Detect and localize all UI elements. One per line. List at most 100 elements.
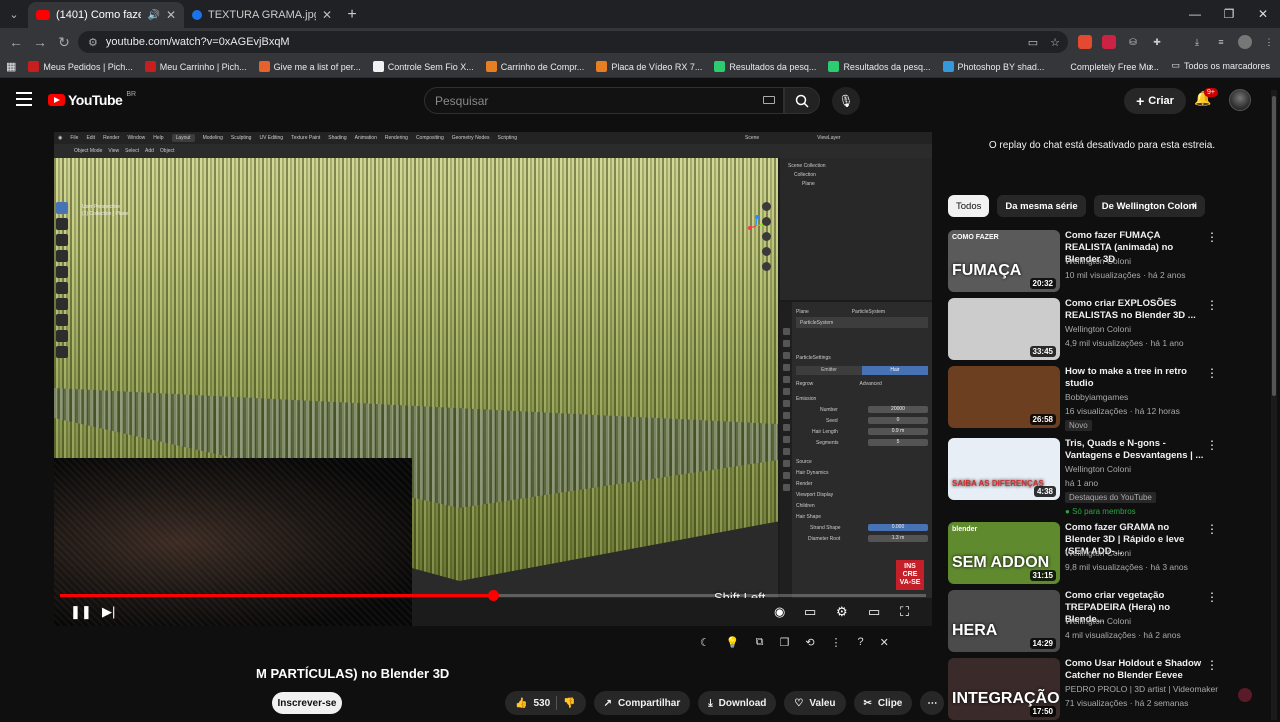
thanks-button[interactable]: ♡ Valeu [784,691,846,715]
voice-search-button[interactable]: 🎙 [832,87,860,115]
chip-from-channel[interactable]: De Wellington Coloni [1093,195,1206,217]
recommendation-title[interactable]: How to make a tree in retro studio [1065,366,1205,390]
copy-icon[interactable]: ❐ [779,636,789,649]
recommendation-item[interactable]: HERA 14:29 Como criar vegetação TREPADEIRA… [948,590,1268,654]
keyboard-icon[interactable] [763,96,775,104]
help-icon[interactable]: ? [858,636,864,649]
video-thumbnail[interactable]: 26:58 [948,366,1060,428]
bookmark-item[interactable]: Meu Carrinho | Pich... [139,61,253,72]
recommendation-title[interactable]: Como Usar Holdout e Shadow Catcher no Bl… [1065,658,1205,682]
channel-name[interactable]: Wellington Coloni [1065,616,1131,626]
restore-icon[interactable]: ❐ [1212,0,1246,28]
lightbulb-icon[interactable]: 💡 [726,636,740,649]
channel-name[interactable]: PEDRO PROLO | 3D artist | Videomaker [1065,684,1218,694]
extension-icon[interactable]: ⛁ [1126,35,1140,49]
bookmark-item[interactable]: Resultados da pesq... [822,61,936,72]
channel-name[interactable]: Wellington Coloni [1065,464,1131,474]
subtitles-icon[interactable]: ▭ [804,604,816,620]
clip-button[interactable]: ✂ Clipe [853,691,913,715]
menu-icon[interactable] [16,92,32,106]
channel-name[interactable]: Wellington Coloni [1065,324,1131,334]
more-vertical-icon[interactable]: ⋮ [1206,298,1218,312]
account-avatar[interactable] [1229,89,1251,111]
recommendation-title[interactable]: Como criar EXPLOSÕES REALISTAS no Blende… [1065,298,1205,322]
fullscreen-icon[interactable]: ⛶ [900,604,909,620]
download-button[interactable]: ⤓ Download [698,691,777,715]
recommendation-item[interactable]: SAIBA AS DIFERENÇAS 4:38 Tris, Quads e N-g… [948,438,1268,516]
loop-icon[interactable]: ⟲ [805,636,814,649]
more-vertical-icon[interactable]: ⋮ [1206,590,1218,604]
bookmark-star-icon[interactable]: ☆ [1050,36,1060,49]
site-info-icon[interactable]: ⚙ [88,36,98,49]
more-actions-button[interactable]: ⋯ [920,691,945,715]
chip-same-series[interactable]: Da mesma série [997,195,1086,217]
close-icon[interactable]: ✕ [880,636,889,649]
cast-icon[interactable]: ▭ [1028,36,1038,49]
video-thumbnail[interactable]: SAIBA AS DIFERENÇAS 4:38 [948,438,1060,500]
search-button[interactable] [784,87,820,114]
scrubber-knob[interactable] [488,590,499,601]
close-window-icon[interactable]: ✕ [1246,0,1280,28]
more-vertical-icon[interactable]: ⋮ [1206,658,1218,672]
bookmark-item[interactable]: Resultados da pesq... [708,61,822,72]
recommendation-item[interactable]: blender SEM ADDON 31:15 Como fazer GRAMA no… [948,522,1268,586]
download-icon[interactable]: ⤓ [1190,35,1204,49]
recommendation-item[interactable]: INTEGRAÇÃO 17:50 Como Usar Holdout e Shado… [948,658,1268,722]
more-vertical-icon[interactable]: ⋮ [1206,438,1218,452]
recommendation-item[interactable]: 33:45 Como criar EXPLOSÕES REALISTAS no B… [948,298,1268,362]
pause-icon[interactable]: ❚❚ [70,604,92,620]
profile-avatar-icon[interactable] [1238,35,1252,49]
share-button[interactable]: ↗ Compartilhar [593,691,691,715]
video-thumbnail[interactable]: blender SEM ADDON 31:15 [948,522,1060,584]
video-thumbnail[interactable]: COMO FAZER FUMAÇA 20:32 [948,230,1060,292]
autoplay-toggle-icon[interactable]: ◉ [774,604,785,620]
youtube-logo[interactable]: YouTube BR [48,91,136,108]
search-input[interactable]: Pesquisar [424,87,784,114]
more-vertical-icon[interactable]: ⋮ [1206,230,1218,244]
bookmark-item[interactable]: Controle Sem Fio X... [367,61,480,72]
minimize-icon[interactable]: — [1178,0,1212,28]
next-icon[interactable]: ▶| [102,604,115,620]
progress-bar[interactable] [60,590,926,601]
video-thumbnail[interactable]: INTEGRAÇÃO 17:50 [948,658,1060,720]
forward-icon[interactable]: → [28,34,52,50]
subscribe-button[interactable]: Inscrever-se [272,692,342,714]
thumbs-down-icon[interactable]: 👎 [563,698,575,709]
create-button[interactable]: + Criar [1124,88,1186,114]
address-bar[interactable]: ⚙ youtube.com/watch?v=0xAGEvjBxqM ▭ ☆ [78,31,1068,53]
settings-gear-icon[interactable]: ⚙ [836,604,848,620]
reading-list-icon[interactable]: ≡ [1214,35,1228,49]
bookmark-item[interactable]: Photoshop BY shad... [937,61,1051,72]
bookmark-item[interactable]: Carrinho de Compr... [480,61,591,72]
like-dislike-button[interactable]: 👍 530 👎 [505,691,586,715]
dark-mode-icon[interactable]: ☾ [700,636,710,649]
tab-search-icon[interactable]: ⌄ [0,0,28,28]
floating-action-icon[interactable] [1238,688,1252,702]
bookmark-item[interactable]: Give me a list of per... [253,61,367,72]
recommendation-title[interactable]: Tris, Quads e N-gons - Vantagens e Desva… [1065,438,1205,462]
speaker-icon[interactable]: 🔊 [147,10,159,21]
extensions-puzzle-icon[interactable]: ✚ [1150,35,1164,49]
theater-mode-icon[interactable]: ▭ [868,604,880,620]
chip-all[interactable]: Todos [948,195,990,217]
channel-name[interactable]: Wellington Coloni [1065,548,1131,558]
bookmark-item[interactable]: Placa de Vídeo RX 7... [590,61,708,72]
back-icon[interactable]: ← [4,34,28,50]
channel-name[interactable]: Wellington Coloni [1065,256,1131,266]
close-tab-icon[interactable]: ✕ [166,8,176,22]
bookmark-item[interactable]: Meus Pedidos | Pich... [22,61,138,72]
recommendation-item[interactable]: 26:58 How to make a tree in retro studio B… [948,366,1268,431]
extension-icon[interactable] [1078,35,1092,49]
all-bookmarks-button[interactable]: » ▭ Todos os marcadores [1148,60,1270,71]
apps-icon[interactable]: ▦ [0,60,22,73]
more-vertical-icon[interactable]: ⋮ [1206,366,1218,380]
video-player[interactable]: ◉ File Edit Render Window Help Layout Mo… [54,132,932,626]
chevron-right-icon[interactable]: › [1192,198,1196,212]
picture-in-picture-icon[interactable]: ⧉ [756,636,764,649]
channel-name[interactable]: Bobbyiamgames [1065,392,1128,402]
video-thumbnail[interactable]: HERA 14:29 [948,590,1060,652]
close-tab-icon[interactable]: ✕ [322,8,332,22]
reload-icon[interactable]: ↻ [52,34,76,51]
new-tab-button[interactable]: + [340,2,364,28]
chrome-menu-icon[interactable]: ⋮ [1262,35,1276,49]
